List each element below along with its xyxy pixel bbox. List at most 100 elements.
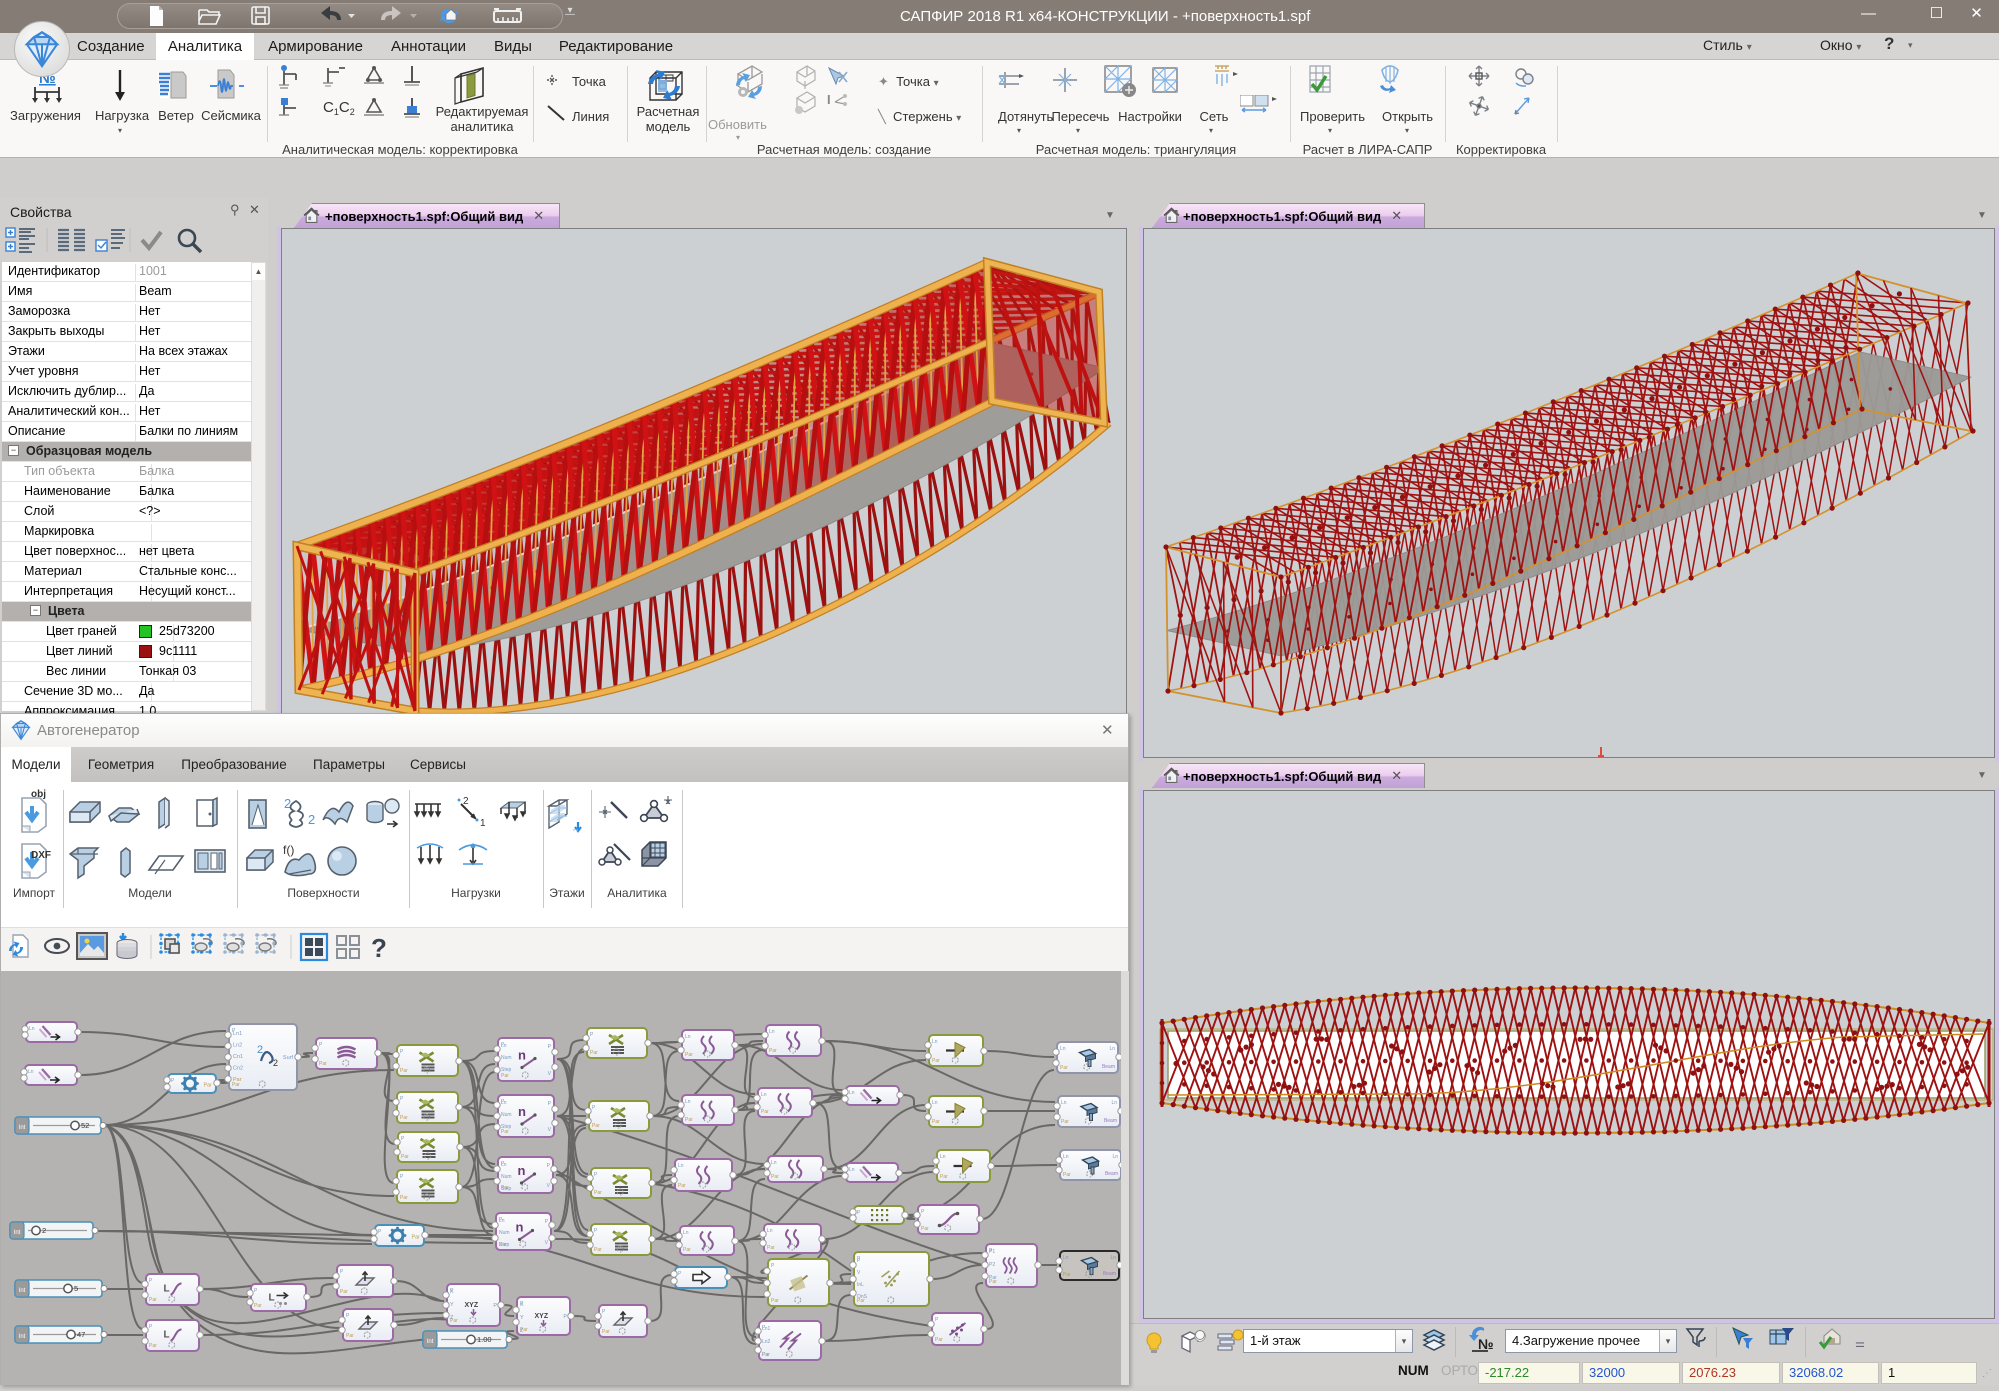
svg-text:Beam: Beam	[1102, 1064, 1115, 1070]
svg-text:2: 2	[273, 1058, 278, 1068]
svg-text:Ln1: Ln1	[233, 1031, 242, 1037]
svg-text:Par: Par	[203, 1083, 212, 1089]
svg-text:Int: Int	[427, 1339, 434, 1345]
svg-text:f(): f()	[283, 843, 294, 857]
svg-text:I: I	[827, 92, 831, 107]
svg-text:Num: Num	[499, 1230, 510, 1236]
svg-text:P: P	[563, 1314, 567, 1320]
svg-text:Ln: Ln	[683, 1230, 689, 1236]
svg-text:Par: Par	[411, 1235, 420, 1241]
svg-text:Par: Par	[400, 1195, 408, 1201]
svg-text:Par: Par	[590, 1050, 598, 1056]
svg-text:Par: Par	[149, 1343, 157, 1349]
svg-text:Cn2: Cn2	[233, 1066, 243, 1072]
svg-text:Cn1: Cn1	[233, 1054, 243, 1060]
svg-text:Surf: Surf	[283, 1055, 294, 1061]
svg-text:Par: Par	[683, 1247, 691, 1253]
svg-text:Par: Par	[932, 1058, 940, 1064]
svg-text:n: n	[518, 1104, 526, 1119]
svg-text:OnS: OnS	[857, 1294, 868, 1300]
svg-text:Par: Par	[940, 1174, 948, 1180]
svg-text:P: P	[493, 1303, 497, 1309]
svg-text:Step: Step	[501, 1124, 512, 1130]
svg-text:Ln: Ln	[1063, 1255, 1069, 1261]
svg-text:2: 2	[42, 1226, 46, 1235]
svg-text:Ln: Ln	[1063, 1154, 1069, 1160]
svg-text:Par: Par	[401, 1154, 409, 1160]
svg-text:52: 52	[81, 1121, 89, 1130]
svg-text:obj: obj	[31, 789, 46, 800]
svg-text:Ln: Ln	[761, 1092, 767, 1098]
svg-text:Par: Par	[1060, 1065, 1068, 1071]
svg-text:Par: Par	[319, 1061, 327, 1067]
svg-text:DXF: DXF	[31, 850, 51, 861]
svg-text:Ln: Ln	[1112, 1154, 1118, 1160]
svg-text:Beam: Beam	[1105, 1171, 1118, 1177]
svg-text:L: L	[164, 1330, 170, 1341]
svg-text:Ln: Ln	[1111, 1100, 1117, 1106]
svg-text:Par: Par	[602, 1329, 610, 1335]
svg-text:№: №	[1478, 1336, 1494, 1352]
svg-text:Ln: Ln	[771, 1160, 777, 1166]
svg-text:Par: Par	[769, 1048, 777, 1054]
svg-text:Ln: Ln	[685, 1034, 691, 1040]
svg-text:Par: Par	[233, 1077, 242, 1083]
svg-text:Ln: Ln	[1110, 1255, 1116, 1261]
svg-text:Ln2: Ln2	[233, 1043, 242, 1049]
svg-text:Step: Step	[501, 1067, 512, 1073]
svg-text:Ln: Ln	[849, 1167, 855, 1173]
svg-text:Par: Par	[400, 1068, 408, 1074]
svg-text:L: L	[164, 1284, 170, 1295]
svg-text:n: n	[518, 1163, 526, 1178]
svg-text:Int: Int	[19, 1288, 26, 1294]
svg-text:Par: Par	[989, 1275, 997, 1281]
svg-text:n: n	[518, 1048, 526, 1063]
svg-text:Ln: Ln	[501, 1043, 507, 1049]
svg-text:?: ?	[371, 933, 387, 963]
svg-text:Par: Par	[594, 1247, 602, 1253]
svg-text:Ln: Ln	[849, 1090, 855, 1096]
svg-text:Ln: Ln	[29, 1026, 35, 1032]
svg-text:L: L	[269, 1293, 275, 1304]
svg-text:Par: Par	[771, 1174, 779, 1180]
svg-text:Par: Par	[254, 1303, 262, 1309]
svg-text:Ln: Ln	[769, 1029, 775, 1035]
svg-text:n: n	[516, 1220, 524, 1235]
svg-text:Par: Par	[501, 1073, 509, 1079]
svg-text:Step: Step	[499, 1242, 510, 1248]
svg-text:Step: Step	[501, 1186, 512, 1192]
svg-text:Ln: Ln	[499, 1218, 505, 1224]
svg-text:P1: P1	[989, 1249, 995, 1255]
svg-text:Par: Par	[761, 1109, 769, 1115]
svg-text:Par: Par	[1063, 1172, 1071, 1178]
svg-text:Par: Par	[149, 1297, 157, 1303]
svg-text:Num: Num	[501, 1055, 512, 1061]
svg-text:Num: Num	[501, 1112, 512, 1118]
svg-text:Par: Par	[921, 1226, 929, 1232]
svg-text:P2: P2	[989, 1262, 995, 1268]
svg-text:Par: Par	[685, 1117, 693, 1123]
svg-text:2: 2	[463, 796, 469, 807]
svg-text:Ln: Ln	[28, 1069, 34, 1075]
svg-text:2: 2	[308, 812, 315, 827]
svg-text:Int: Int	[19, 1125, 26, 1131]
svg-text:Beam: Beam	[1103, 1271, 1116, 1277]
svg-text:1: 1	[480, 818, 486, 829]
svg-text:Par: Par	[935, 1337, 943, 1343]
svg-text:47: 47	[77, 1330, 85, 1339]
svg-text:5: 5	[74, 1284, 78, 1293]
svg-text:Ln: Ln	[1061, 1100, 1067, 1106]
svg-text:Ln: Ln	[685, 1099, 691, 1105]
svg-text:Int: Int	[19, 1334, 26, 1340]
svg-text:X: X	[450, 1289, 454, 1295]
svg-text:Ln: Ln	[767, 1228, 773, 1234]
svg-text:Par: Par	[767, 1245, 775, 1251]
svg-text:Int: Int	[14, 1230, 21, 1236]
svg-text:Y: Y	[520, 1315, 524, 1321]
svg-text:Par: Par	[932, 1119, 940, 1125]
svg-text:Ln: Ln	[678, 1163, 684, 1169]
svg-text:C1C2: C1C2	[323, 99, 355, 117]
svg-text:XYZ: XYZ	[535, 1313, 549, 1320]
svg-text:Ln: Ln	[932, 1039, 938, 1045]
svg-text:Ln1: Ln1	[762, 1326, 771, 1332]
